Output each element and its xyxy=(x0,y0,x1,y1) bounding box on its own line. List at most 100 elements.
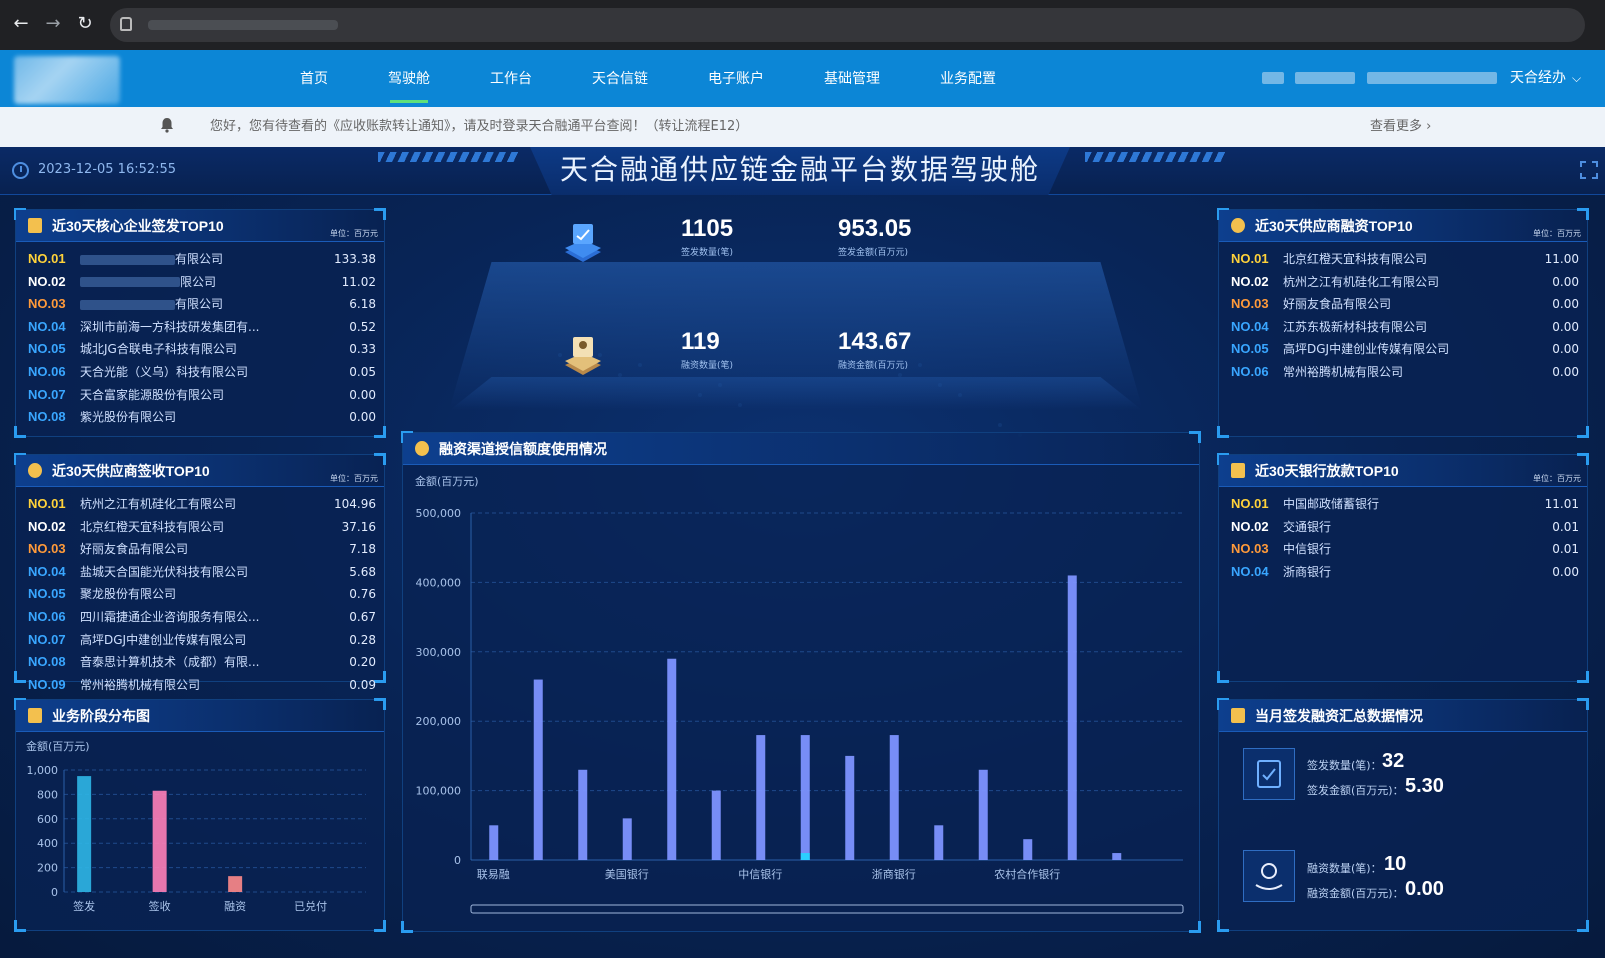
dashboard: 2023-12-05 16:52:55 天合融通供应链金融平台数据驾驶舱 近30… xyxy=(0,147,1605,958)
panel-core-issue: 近30天核心企业签发TOP10 单位：百万元 NO.01 有限公司 133.38 NO… xyxy=(14,208,386,438)
rank-value: 104.96 xyxy=(334,497,376,511)
panel-supplier-finance: 近30天供应商融资TOP10 单位：百万元 NO.01 北京红橙天宜科技有限公司 1… xyxy=(1217,208,1589,438)
nav-item-basic-management[interactable]: 基础管理 xyxy=(794,50,910,107)
panel-title: 融资渠道授信额度使用情况 xyxy=(439,441,607,457)
rank-value: 7.18 xyxy=(349,542,376,557)
rank-value: 0.28 xyxy=(349,632,376,647)
company-name-text: 杭州之江有机硅化工有限公司 xyxy=(1283,274,1440,289)
rank-row: NO.01 中国邮政储蓄银行 11.01 xyxy=(1231,493,1579,516)
rank-row: NO.02 限公司 11.02 xyxy=(28,271,376,294)
bar xyxy=(845,755,855,860)
rank-row: NO.07 天合富家能源股份有限公司 0.00 xyxy=(28,384,376,407)
nav-item-business-config[interactable]: 业务配置 xyxy=(910,50,1026,107)
rank-value: 0.01 xyxy=(1552,542,1579,557)
panel-title: 近30天银行放款TOP10 xyxy=(1255,463,1399,479)
y-tick-label: 100,000 xyxy=(416,785,462,798)
company-name: 高坪DGJ中建创业传媒有限公司 xyxy=(80,629,316,652)
month-issue-amount-label: 签发金额(百万元)： xyxy=(1307,784,1404,797)
y-tick-label: 0 xyxy=(51,886,58,899)
rank-number: NO.07 xyxy=(28,386,66,402)
reload-icon[interactable]: ↻ xyxy=(74,13,96,35)
panel-header: 融资渠道授信额度使用情况 xyxy=(403,433,1199,465)
user-icon xyxy=(28,463,42,478)
company-name: 江苏东极新材科技有限公司 xyxy=(1283,316,1519,339)
panel-title: 当月签发融资汇总数据情况 xyxy=(1255,708,1423,724)
user-info-redacted xyxy=(1295,72,1355,84)
company-name: 有限公司 xyxy=(80,293,316,316)
rank-number: NO.06 xyxy=(28,608,66,624)
rank-row: NO.05 高坪DGJ中建创业传媒有限公司 0.00 xyxy=(1231,338,1579,361)
rank-number: NO.03 xyxy=(1231,541,1269,557)
rank-row: NO.04 浙商银行 0.00 xyxy=(1231,561,1579,584)
rank-number: NO.09 xyxy=(28,676,66,692)
rank-row: NO.09 常州裕腾机械有限公司 0.09 xyxy=(28,674,376,697)
rank-row: NO.05 聚龙股份有限公司 0.76 xyxy=(28,583,376,606)
company-name-text: 盐城天合国能光伏科技有限公司 xyxy=(80,564,249,579)
nav-item-e-account[interactable]: 电子账户 xyxy=(678,50,794,107)
company-name: 有限公司 xyxy=(80,248,316,271)
credit-bar-chart: 金额(百万元) 0 100,000 200,000 300,000 400,000 500,… xyxy=(415,474,1184,914)
panel-supplier-receive: 近30天供应商签收TOP10 单位：百万元 NO.01 杭州之江有机硅化工有限公司… xyxy=(14,453,386,692)
issue-amount: 953.05 xyxy=(838,215,912,242)
rank-row: NO.03 有限公司 6.18 xyxy=(28,293,376,316)
company-name: 中国邮政储蓄银行 xyxy=(1283,493,1519,516)
nav-item-tianhe-chain[interactable]: 天合信链 xyxy=(562,50,678,107)
user-menu[interactable]: 天合经办 ⌵ xyxy=(1510,50,1581,107)
rank-value: 0.00 xyxy=(1552,564,1579,579)
company-name: 常州裕腾机械有限公司 xyxy=(1283,361,1519,384)
rank-number: NO.06 xyxy=(28,363,66,379)
company-name: 浙商银行 xyxy=(1283,561,1519,584)
bar xyxy=(489,825,499,860)
company-name: 音泰思计算机技术（成都）有限... xyxy=(80,651,316,674)
rank-value: 11.02 xyxy=(341,274,376,289)
company-name-text: 好丽友食品有限公司 xyxy=(1283,297,1392,312)
rank-number: NO.03 xyxy=(1231,296,1269,312)
rank-value: 0.00 xyxy=(349,410,376,425)
bar xyxy=(228,876,243,892)
rank-row: NO.07 高坪DGJ中建创业传媒有限公司 0.28 xyxy=(28,629,376,652)
y-tick-label: 200 xyxy=(37,862,58,875)
bar xyxy=(889,735,899,860)
rank-value: 0.05 xyxy=(349,364,376,379)
notice-text[interactable]: 您好，您有待查看的《应收账款转让通知》，请及时登录天合融通平台查阅！（转让流程E… xyxy=(210,107,748,147)
company-name-text: 限公司 xyxy=(180,274,217,289)
forward-icon[interactable]: → xyxy=(42,13,64,35)
month-finance-count-label: 融资数量(笔)： xyxy=(1307,862,1382,875)
rank-value: 0.20 xyxy=(349,655,376,670)
company-name: 限公司 xyxy=(80,271,316,294)
rank-value: 0.01 xyxy=(1552,519,1579,534)
main-menu: 首页 驾驶舱 工作台 天合信链 电子账户 基础管理 业务配置 xyxy=(270,50,1026,107)
fullscreen-icon[interactable] xyxy=(1580,161,1598,179)
company-name: 常州裕腾机械有限公司 xyxy=(80,674,316,697)
rank-value: 5.68 xyxy=(349,564,376,579)
rank-value: 0.09 xyxy=(349,677,376,692)
logo[interactable] xyxy=(14,56,120,104)
company-name: 北京红橙天宜科技有限公司 xyxy=(1283,248,1519,271)
view-more-link[interactable]: 查看更多 › xyxy=(1370,107,1431,147)
rank-row: NO.04 深圳市前海一方科技研发集团有... 0.52 xyxy=(28,316,376,339)
nav-item-home[interactable]: 首页 xyxy=(270,50,358,107)
panel-header: 近30天供应商融资TOP10 单位：百万元 xyxy=(1219,210,1587,242)
company-name-text: 四川霜捷通企业咨询服务有限公... xyxy=(80,609,260,624)
issue-stack-icon xyxy=(565,224,601,262)
bar xyxy=(622,818,632,860)
notice-bar: 您好，您有待查看的《应收账款转让通知》，请及时登录天合融通平台查阅！（转让流程E… xyxy=(0,107,1605,147)
x-tick-label: 农村合作银行 xyxy=(994,867,1060,881)
panel-title: 近30天核心企业签发TOP10 xyxy=(52,218,224,234)
y-tick-label: 800 xyxy=(37,788,58,801)
company-name-text: 江苏东极新材科技有限公司 xyxy=(1283,319,1428,334)
issue-count-label: 签发数量(笔) xyxy=(681,248,734,258)
unit-label: 单位：百万元 xyxy=(330,229,378,238)
nav-item-cockpit[interactable]: 驾驶舱 xyxy=(358,50,460,107)
name-redacted xyxy=(80,254,175,265)
rank-value: 6.18 xyxy=(349,297,376,312)
rank-number: NO.04 xyxy=(28,318,66,334)
user-name: 天合经办 xyxy=(1510,70,1566,86)
back-icon[interactable]: ← xyxy=(10,13,32,35)
company-name: 北京红橙天宜科技有限公司 xyxy=(80,516,316,539)
rank-number: NO.04 xyxy=(1231,563,1269,579)
bar xyxy=(667,658,677,860)
rank-row: NO.06 天合光能（义乌）科技有限公司 0.05 xyxy=(28,361,376,384)
rank-row: NO.04 盐城天合国能光伏科技有限公司 5.68 xyxy=(28,561,376,584)
nav-item-workbench[interactable]: 工作台 xyxy=(460,50,562,107)
